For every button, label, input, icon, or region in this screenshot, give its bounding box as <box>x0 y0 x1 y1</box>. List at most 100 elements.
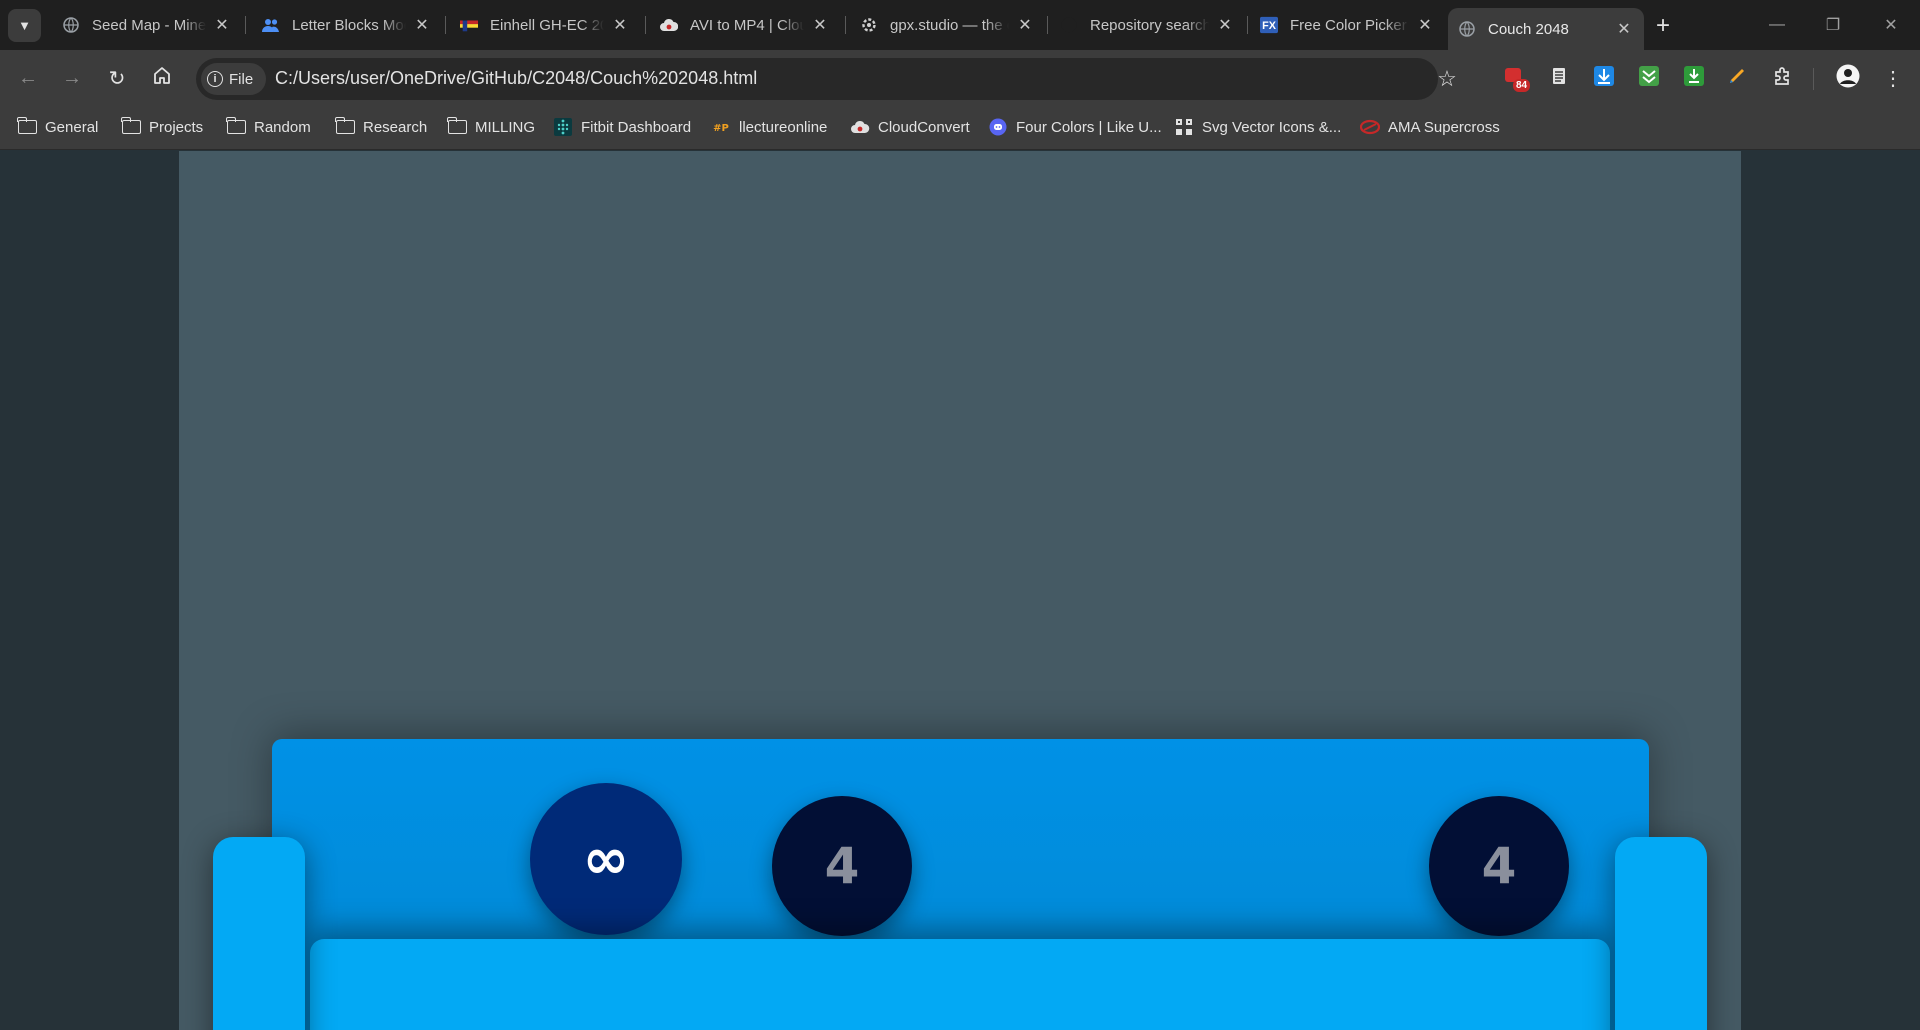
extension-button[interactable] <box>1723 64 1751 92</box>
tile-4[interactable]: 4 <box>1429 796 1569 936</box>
bookmark-label: AMA Supercross <box>1388 118 1500 136</box>
bookmark-label: CloudConvert <box>878 118 970 136</box>
site-info-chip[interactable]: i File <box>201 63 266 95</box>
tab-seed-map[interactable]: Seed Map - Minecraft ✕ <box>52 8 242 42</box>
tab-letter-blocks[interactable]: Letter Blocks Mod ✕ <box>252 8 442 42</box>
github-icon <box>1060 16 1078 34</box>
back-button[interactable]: ← <box>14 64 42 92</box>
tab-separator <box>1047 16 1048 34</box>
globe-icon <box>1458 20 1476 38</box>
extension-button[interactable] <box>1680 64 1708 92</box>
minimize-button[interactable]: — <box>1757 8 1797 42</box>
new-tab-button[interactable]: + <box>1649 12 1677 40</box>
avatar <box>1836 64 1860 93</box>
close-icon[interactable]: ✕ <box>1215 15 1235 35</box>
close-icon[interactable]: ✕ <box>412 15 432 35</box>
folder-icon <box>16 117 37 136</box>
extension-badge: 84 <box>1513 79 1531 92</box>
einhell-icon <box>460 16 478 34</box>
bookmark-label: Random <box>254 118 311 136</box>
arrow-left-icon: ← <box>18 66 38 89</box>
extension-button[interactable]: 84 <box>1500 64 1531 92</box>
svg-text:FX: FX <box>1262 20 1277 32</box>
bookmark-star-button[interactable]: ☆ <box>1433 65 1461 93</box>
tile-infinity[interactable]: ∞ <box>530 783 682 935</box>
folder-icon <box>334 117 355 136</box>
close-window-button[interactable]: ✕ <box>1871 8 1911 42</box>
tab-search-button[interactable]: ▼ <box>8 9 41 42</box>
tab-einhell[interactable]: Einhell GH-EC 2040 ✕ <box>450 8 640 42</box>
restore-button[interactable]: ❐ <box>1813 8 1853 42</box>
globe-icon <box>62 16 80 34</box>
arrow-right-icon: → <box>62 66 82 89</box>
download-blue-icon <box>1594 65 1614 91</box>
extension-button[interactable] <box>1590 64 1618 92</box>
bookmark-label: Svg Vector Icons &... <box>1202 118 1342 136</box>
bookmark-label: Projects <box>149 118 204 136</box>
people-icon <box>262 16 280 34</box>
close-icon[interactable]: ✕ <box>610 15 630 35</box>
tab-title: Einhell GH-EC 2040 <box>490 16 604 34</box>
url-text[interactable]: C:/Users/user/OneDrive/GitHub/C2048/Couc… <box>275 68 757 89</box>
tab-separator <box>245 16 246 34</box>
profile-button[interactable] <box>1834 64 1862 92</box>
gear-icon <box>860 16 878 34</box>
couch-armrest-right <box>1615 837 1707 1030</box>
bookmark-label: llectureonline <box>739 118 828 136</box>
home-button[interactable] <box>148 64 176 92</box>
bookmark-llectureonline[interactable]: #P llectureonline <box>711 115 827 139</box>
tab-title: Letter Blocks Mod <box>292 16 406 34</box>
tab-separator <box>845 16 846 34</box>
close-icon[interactable]: ✕ <box>1614 19 1634 39</box>
restore-icon: ❐ <box>1825 17 1841 34</box>
close-icon: ✕ <box>1884 17 1898 34</box>
close-icon[interactable]: ✕ <box>212 15 232 35</box>
bookmark-ama-supercross[interactable]: AMA Supercross <box>1360 115 1500 139</box>
chevron-down-green-icon <box>1639 65 1659 91</box>
tab-avi-to-mp4[interactable]: AVI to MP4 | CloudConvert ✕ <box>650 8 840 42</box>
bookmark-folder-milling[interactable]: MILLING <box>446 115 535 139</box>
bookmark-fitbit-dashboard[interactable]: Fitbit Dashboard <box>553 115 691 139</box>
folder-icon <box>446 117 467 136</box>
ama-icon <box>1360 118 1380 136</box>
tab-title: Repository search <box>1090 16 1209 34</box>
chevron-down-icon: ▼ <box>18 18 31 33</box>
tab-repository-search[interactable]: Repository search ✕ <box>1050 8 1245 42</box>
bookmark-folder-projects[interactable]: Projects <box>120 115 204 139</box>
lecture-icon: #P <box>711 118 731 136</box>
menu-button[interactable]: ⋮ <box>1879 64 1907 92</box>
extension-button[interactable] <box>1545 64 1573 92</box>
tab-title: gpx.studio — the online GPX file editor <box>890 16 1009 34</box>
bookmark-label: Research <box>363 118 428 136</box>
plus-icon: + <box>1655 12 1670 39</box>
fitbit-icon <box>553 118 573 136</box>
bookmark-svg-vector-icons[interactable]: Svg Vector Icons &... <box>1174 115 1341 139</box>
game-area: ∞ 4 4 <box>179 151 1741 1030</box>
extensions-menu-button[interactable] <box>1768 64 1796 92</box>
tab-couch-2048[interactable]: Couch 2048 ✕ <box>1448 8 1644 50</box>
tab-gpx-studio[interactable]: gpx.studio — the online GPX file editor … <box>850 8 1045 42</box>
tab-separator <box>1247 16 1248 34</box>
tile-4[interactable]: 4 <box>772 796 912 936</box>
reload-button[interactable]: ↻ <box>103 64 131 92</box>
reload-icon: ↻ <box>108 67 126 90</box>
home-icon <box>152 65 172 91</box>
bookmark-folder-random[interactable]: Random <box>225 115 311 139</box>
tab-title: Free Color Picker <box>1290 16 1407 34</box>
bookmark-cloudconvert[interactable]: CloudConvert <box>850 115 970 139</box>
couch-seat <box>310 939 1610 1030</box>
close-icon[interactable]: ✕ <box>1415 15 1435 35</box>
tab-free-color-picker[interactable]: FX Free Color Picker ✕ <box>1250 8 1445 42</box>
forward-button[interactable]: → <box>58 64 86 92</box>
bookmark-folder-general[interactable]: General <box>16 115 98 139</box>
bookmark-folder-research[interactable]: Research <box>334 115 428 139</box>
close-icon[interactable]: ✕ <box>1015 15 1035 35</box>
bookmark-four-colors[interactable]: Four Colors | Like U... <box>988 115 1162 139</box>
discord-icon <box>988 118 1008 136</box>
folder-icon <box>120 117 141 136</box>
tab-title: Couch 2048 <box>1488 20 1569 38</box>
minimize-icon: — <box>1769 16 1785 33</box>
svg-text:#P: #P <box>713 123 729 134</box>
extension-button[interactable] <box>1635 64 1663 92</box>
close-icon[interactable]: ✕ <box>810 15 830 35</box>
